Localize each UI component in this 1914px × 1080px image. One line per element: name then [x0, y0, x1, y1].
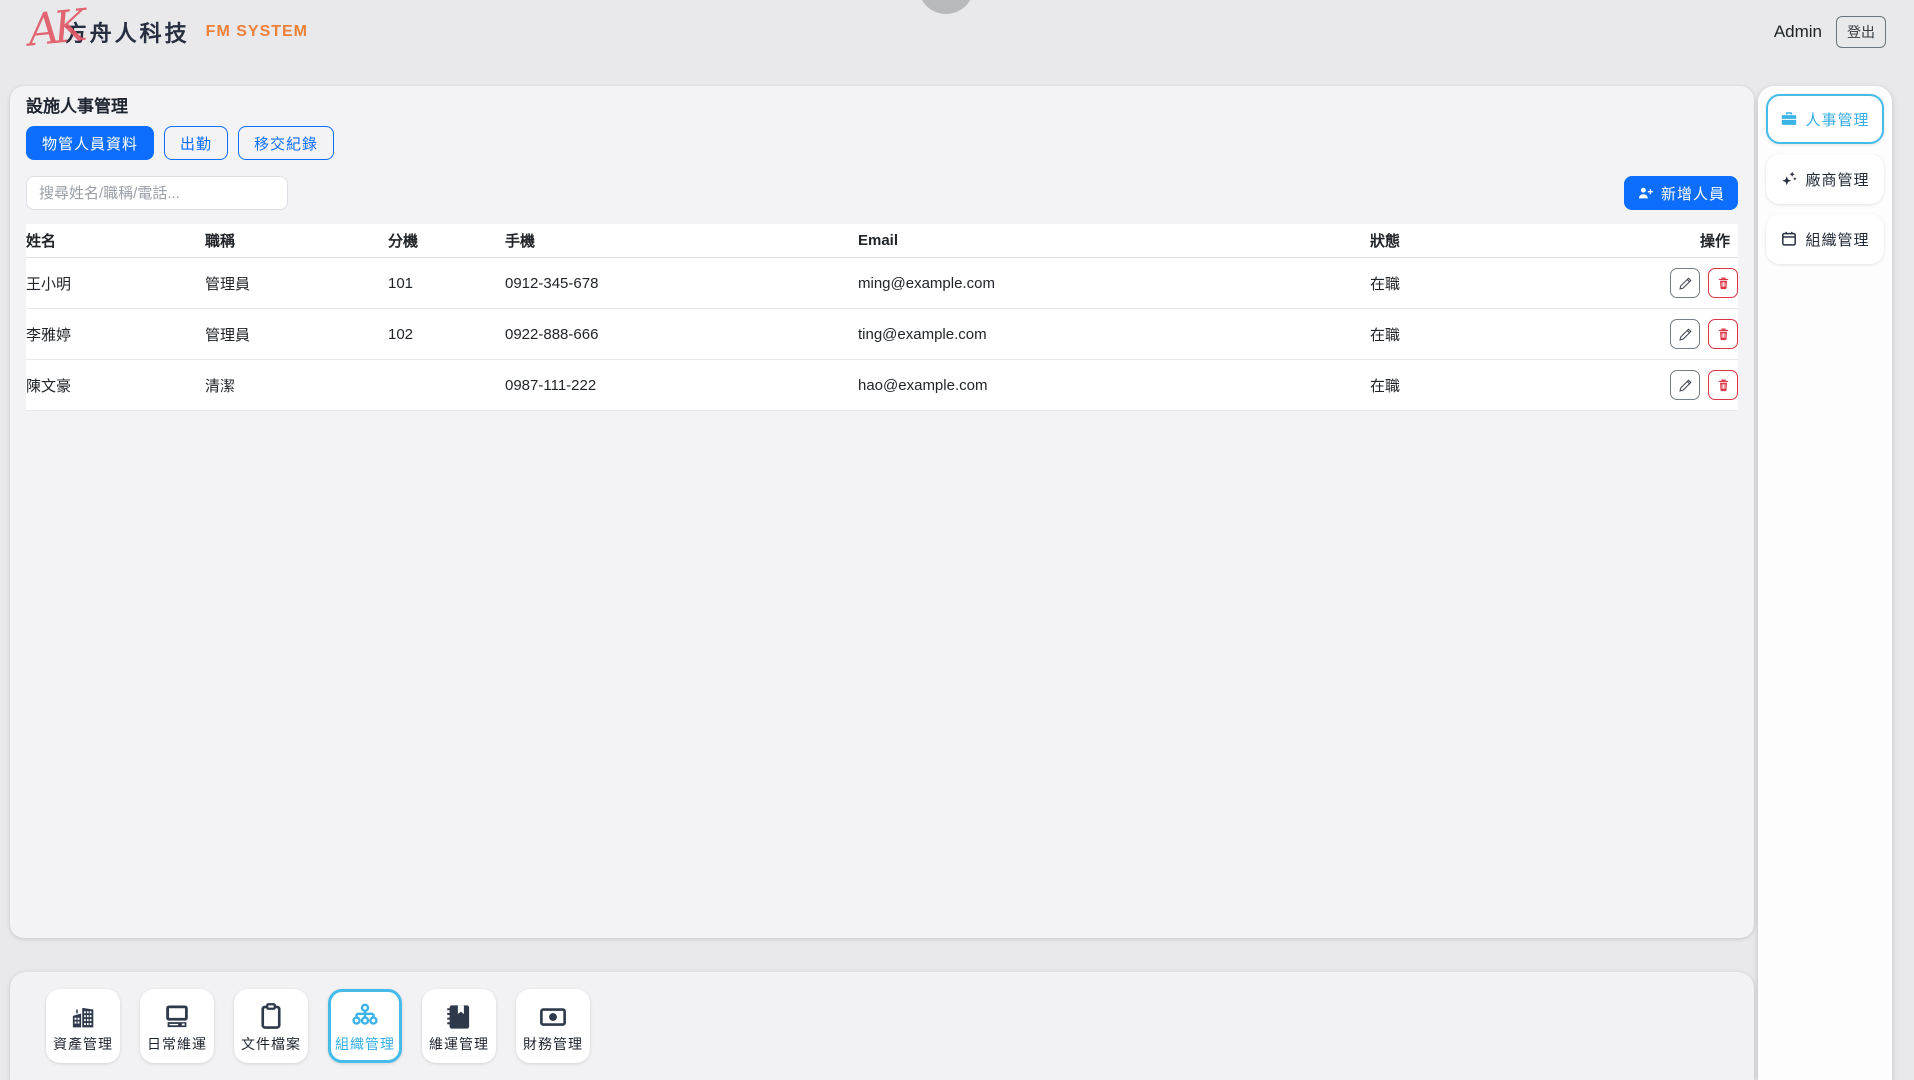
dock-item-label: 文件檔案	[241, 1037, 301, 1051]
tabs-row: 物管人員資料 出勤 移交紀錄	[26, 126, 1738, 160]
cell-ext	[388, 360, 505, 411]
cell-ext: 101	[388, 258, 505, 309]
sidebar-item-label: 組織管理	[1805, 229, 1869, 250]
current-user-label: Admin	[1774, 22, 1822, 42]
tab-staff-data[interactable]: 物管人員資料	[26, 126, 154, 160]
cell-phone: 0912-345-678	[505, 258, 858, 309]
cell-email: hao@example.com	[858, 360, 1370, 411]
col-header-email: Email	[858, 224, 1370, 258]
sidebar-item-personnel[interactable]: 人事管理	[1766, 94, 1884, 144]
pencil-icon	[1678, 327, 1693, 342]
desktop-icon	[162, 1002, 192, 1032]
sidebar-item-label: 廠商管理	[1805, 169, 1869, 190]
sparkles-icon	[1780, 170, 1798, 188]
app-logo: AK 方舟人科技 FM SYSTEM	[28, 13, 308, 51]
table-row: 王小明 管理員 101 0912-345-678 ming@example.co…	[26, 258, 1738, 309]
briefcase-icon	[1780, 110, 1798, 128]
dock-item-label: 日常維運	[147, 1037, 207, 1051]
trash-icon	[1716, 378, 1731, 393]
dock-item-label: 資產管理	[53, 1037, 113, 1051]
dock-item-documents[interactable]: 文件檔案	[234, 989, 308, 1063]
cash-icon	[538, 1002, 568, 1032]
dock-item-finance[interactable]: 財務管理	[516, 989, 590, 1063]
delete-button[interactable]	[1708, 319, 1738, 349]
brand-name: 方舟人科技	[65, 16, 190, 48]
system-name: FM SYSTEM	[206, 23, 308, 41]
cell-title: 管理員	[205, 258, 388, 309]
toolbar-row: 新增人員	[26, 176, 1738, 210]
col-header-name: 姓名	[26, 224, 205, 258]
cell-name: 王小明	[26, 258, 205, 309]
tab-attendance[interactable]: 出勤	[164, 126, 228, 160]
org-chart-icon	[350, 1002, 380, 1032]
trash-icon	[1716, 276, 1731, 291]
tab-handover-records[interactable]: 移交紀錄	[238, 126, 334, 160]
dock-item-maintenance[interactable]: 維運管理	[422, 989, 496, 1063]
add-staff-label: 新增人員	[1661, 183, 1725, 204]
cell-phone: 0987-111-222	[505, 360, 858, 411]
delete-button[interactable]	[1708, 268, 1738, 298]
cell-title: 清潔	[205, 360, 388, 411]
clipboard-icon	[256, 1002, 286, 1032]
col-header-actions: 操作	[1670, 224, 1738, 258]
personnel-management-panel: 設施人事管理 物管人員資料 出勤 移交紀錄 新增人員	[10, 86, 1754, 938]
dock-item-label: 財務管理	[523, 1037, 583, 1051]
cell-ext: 102	[388, 309, 505, 360]
person-plus-icon	[1637, 185, 1654, 202]
dock-item-label: 維運管理	[429, 1037, 489, 1051]
cell-status: 在職	[1370, 309, 1670, 360]
delete-button[interactable]	[1708, 370, 1738, 400]
cell-name: 陳文豪	[26, 360, 205, 411]
cell-phone: 0922-888-666	[505, 309, 858, 360]
sidebar-item-organization[interactable]: 組織管理	[1766, 214, 1884, 264]
trash-icon	[1716, 327, 1731, 342]
edit-button[interactable]	[1670, 268, 1700, 298]
logout-button[interactable]: 登出	[1836, 16, 1886, 48]
table-row: 李雅婷 管理員 102 0922-888-666 ting@example.co…	[26, 309, 1738, 360]
sidebar-item-label: 人事管理	[1805, 109, 1869, 130]
table-row: 陳文豪 清潔 0987-111-222 hao@example.com 在職	[26, 360, 1738, 411]
col-header-title: 職稱	[205, 224, 388, 258]
cell-status: 在職	[1370, 258, 1670, 309]
page-title: 設施人事管理	[26, 96, 1738, 118]
logo-mark-icon: AK	[26, 4, 83, 53]
staff-table: 姓名 職稱 分機 手機 Email 狀態 操作 王小明 管理員 101 0912…	[26, 224, 1738, 411]
dock-item-assets[interactable]: 資產管理	[46, 989, 120, 1063]
calendar-icon	[1780, 230, 1798, 248]
col-header-ext: 分機	[388, 224, 505, 258]
col-header-status: 狀態	[1370, 224, 1670, 258]
app-dock: 資產管理 日常維運 文件檔案	[10, 972, 1754, 1080]
edit-button[interactable]	[1670, 319, 1700, 349]
cell-email: ming@example.com	[858, 258, 1370, 309]
dock-item-label: 組織管理	[335, 1037, 395, 1051]
buildings-icon	[68, 1002, 98, 1032]
cell-name: 李雅婷	[26, 309, 205, 360]
cell-title: 管理員	[205, 309, 388, 360]
col-header-phone: 手機	[505, 224, 858, 258]
pencil-icon	[1678, 378, 1693, 393]
dock-item-organization[interactable]: 組織管理	[328, 989, 402, 1063]
pencil-icon	[1678, 276, 1693, 291]
edit-button[interactable]	[1670, 370, 1700, 400]
dock-item-daily-ops[interactable]: 日常維運	[140, 989, 214, 1063]
journal-icon	[444, 1002, 474, 1032]
search-input[interactable]	[26, 176, 288, 210]
cell-status: 在職	[1370, 360, 1670, 411]
add-staff-button[interactable]: 新增人員	[1624, 176, 1738, 210]
cell-email: ting@example.com	[858, 309, 1370, 360]
table-header-row: 姓名 職稱 分機 手機 Email 狀態 操作	[26, 224, 1738, 258]
module-sidebar: 人事管理 廠商管理 組織管理	[1758, 86, 1892, 1080]
sidebar-item-vendors[interactable]: 廠商管理	[1766, 154, 1884, 204]
